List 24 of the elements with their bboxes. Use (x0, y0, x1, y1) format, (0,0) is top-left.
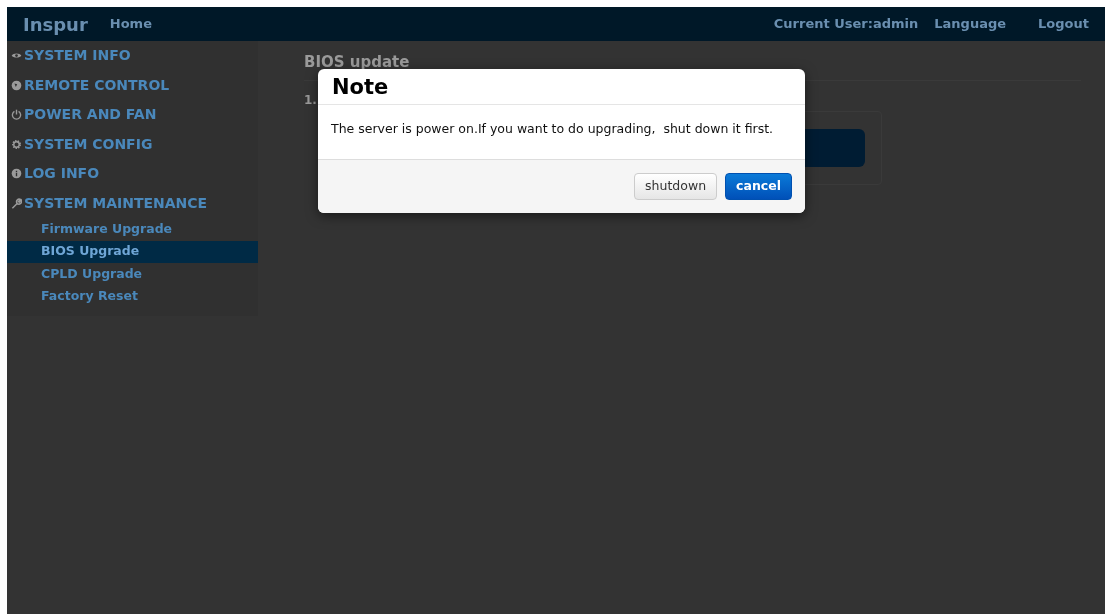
sidebar-item[interactable]: CPLD Upgrade (7, 263, 258, 286)
brand-logo[interactable]: Inspur (23, 10, 88, 38)
language-link[interactable]: Language (934, 14, 1007, 34)
wrench-icon (11, 197, 22, 209)
home-link[interactable]: Home (109, 14, 152, 34)
gear-icon (11, 138, 22, 150)
sidebar-section[interactable]: SYSTEM MAINTENANCE (7, 188, 258, 218)
sidebar-section[interactable]: SYSTEM CONFIG (7, 129, 258, 159)
logout-link[interactable]: Logout (1038, 14, 1089, 34)
step-label: 1. (304, 92, 317, 107)
sidebar-section[interactable]: POWER AND FAN (7, 100, 258, 130)
dialog-message: The server is power on.If you want to do upgrading, shut down it first. (331, 121, 774, 137)
primary-button[interactable]: cancel (725, 172, 792, 200)
globe-icon (11, 79, 22, 91)
sidebar-item[interactable]: BIOS Upgrade (7, 240, 258, 263)
dialog-button[interactable]: shutdown (634, 172, 718, 200)
current-user-label: Current User:admin (773, 15, 919, 34)
info-icon (11, 168, 22, 180)
sidebar-section[interactable]: LOG INFO (7, 159, 258, 189)
sidebar-item[interactable]: Firmware Upgrade (7, 218, 258, 241)
sidebar-section[interactable]: SYSTEM INFO (7, 41, 258, 71)
sidebar-section[interactable]: REMOTE CONTROL (7, 70, 258, 100)
power-icon (11, 109, 22, 121)
sidebar-item[interactable]: Factory Reset (7, 285, 258, 308)
